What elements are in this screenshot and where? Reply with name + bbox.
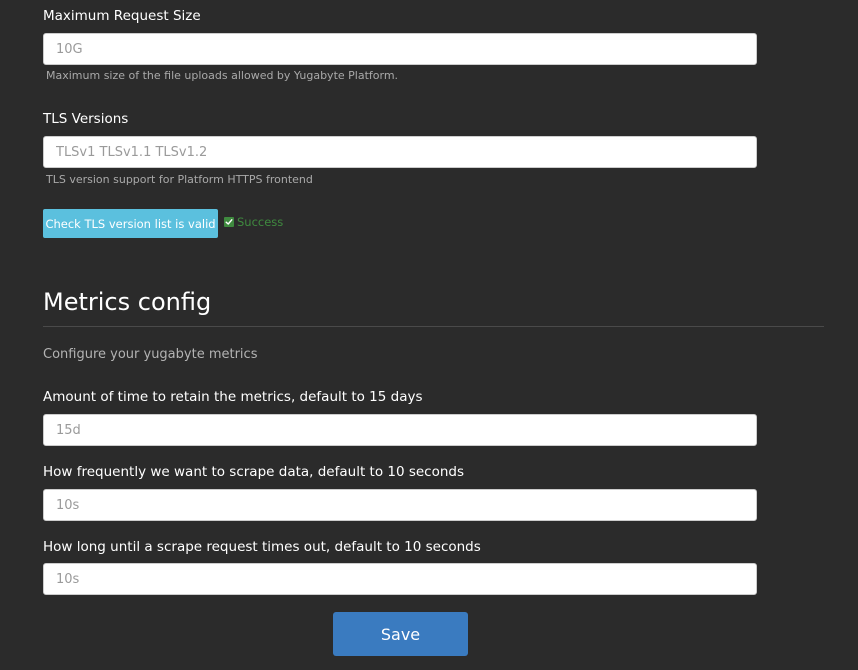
scrape-interval-input[interactable] xyxy=(43,489,757,521)
metrics-config-title: Metrics config xyxy=(43,288,212,316)
max-request-size-input[interactable] xyxy=(43,33,757,65)
check-tls-button[interactable]: Check TLS version list is valid xyxy=(43,209,218,238)
tls-check-status: Success xyxy=(224,214,283,230)
metrics-retention-input[interactable] xyxy=(43,414,757,446)
tls-versions-input[interactable] xyxy=(43,136,757,168)
max-request-size-help: Maximum size of the file uploads allowed… xyxy=(46,69,399,82)
section-divider xyxy=(43,326,824,327)
metrics-config-description: Configure your yugabyte metrics xyxy=(43,347,258,362)
scrape-interval-label: How frequently we want to scrape data, d… xyxy=(43,464,465,480)
tls-versions-label: TLS Versions xyxy=(43,111,129,127)
max-request-size-label: Maximum Request Size xyxy=(43,8,201,24)
tls-versions-help: TLS version support for Platform HTTPS f… xyxy=(46,173,313,186)
scrape-timeout-label: How long until a scrape request times ou… xyxy=(43,539,481,555)
settings-page: Maximum Request Size Maximum size of the… xyxy=(0,0,858,670)
tls-check-status-text: Success xyxy=(237,215,284,229)
save-button[interactable]: Save xyxy=(333,612,468,656)
scrape-timeout-input[interactable] xyxy=(43,563,757,595)
metrics-retention-label: Amount of time to retain the metrics, de… xyxy=(43,389,423,405)
checkbox-checked-icon xyxy=(224,217,234,227)
